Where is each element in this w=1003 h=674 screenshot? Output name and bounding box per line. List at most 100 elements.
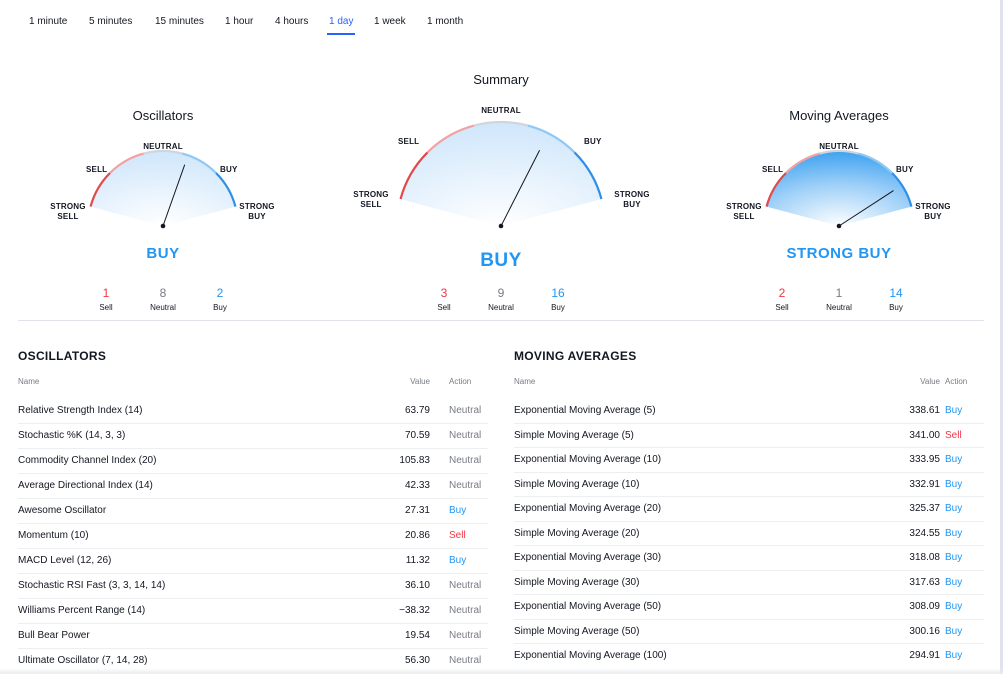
technicals-panel: 1 minute 5 minutes 15 minutes 1 hour 4 h… bbox=[0, 0, 1003, 674]
row-name: Simple Moving Average (5) bbox=[514, 429, 634, 441]
row-name: Simple Moving Average (20) bbox=[514, 527, 640, 539]
row-value: 19.54 bbox=[404, 630, 430, 641]
row-name: Stochastic RSI Fast (3, 3, 14, 14) bbox=[18, 580, 166, 591]
osc-neutral-label: NEUTRAL bbox=[143, 142, 183, 151]
table-row[interactable]: Awesome Oscillator 27.31 Buy bbox=[18, 499, 488, 524]
row-action: Sell bbox=[449, 530, 466, 541]
ma-sell-count-label: Sell bbox=[775, 303, 789, 312]
sum-buy-count: 16 Buy bbox=[528, 286, 588, 312]
header-name: Name bbox=[18, 377, 40, 386]
gauge-face bbox=[90, 151, 236, 226]
sum-neutral-label: NEUTRAL bbox=[481, 106, 521, 115]
table-row[interactable]: Stochastic %K (14, 3, 3) 70.59 Neutral bbox=[18, 424, 488, 449]
table-row[interactable]: MACD Level (12, 26) 11.32 Buy bbox=[18, 549, 488, 574]
sum-neutral-count-value: 9 bbox=[497, 286, 505, 300]
osc-neutral-count: 8 Neutral bbox=[133, 286, 193, 312]
osc-strong-sell-label: STRONG SELL bbox=[50, 202, 86, 221]
summary-gauge bbox=[399, 120, 603, 229]
row-action: Neutral bbox=[449, 655, 482, 666]
row-value: 332.91 bbox=[909, 478, 940, 490]
table-row[interactable]: Simple Moving Average (50) 300.16 Buy bbox=[514, 620, 984, 644]
table-row[interactable]: Simple Moving Average (20) 324.55 Buy bbox=[514, 522, 984, 546]
row-value: 300.16 bbox=[909, 625, 940, 637]
table-row[interactable]: Momentum (10) 20.86 Sell bbox=[18, 524, 488, 549]
gauge-face bbox=[400, 121, 602, 226]
table-row[interactable]: Simple Moving Average (10) 332.91 Buy bbox=[514, 473, 984, 497]
row-value: 105.83 bbox=[399, 455, 430, 466]
row-value: 70.59 bbox=[404, 430, 430, 441]
sum-strong-buy-label: STRONG BUY bbox=[614, 190, 650, 209]
row-name: Simple Moving Average (10) bbox=[514, 478, 640, 490]
table-row[interactable]: Exponential Moving Average (20) 325.37 Buy bbox=[514, 497, 984, 522]
osc-buy-count-label: Buy bbox=[213, 303, 227, 312]
osc-neutral-count-value: 8 bbox=[159, 286, 167, 300]
table-row[interactable]: Relative Strength Index (14) 63.79 Neutral bbox=[18, 399, 488, 424]
ma-neutral-count-label: Neutral bbox=[826, 303, 852, 312]
table-row[interactable]: Williams Percent Range (14) −38.32 Neutral bbox=[18, 599, 488, 624]
row-name: Simple Moving Average (50) bbox=[514, 625, 640, 637]
row-value: 341.00 bbox=[909, 429, 940, 441]
row-action: Buy bbox=[945, 405, 963, 416]
row-value: 27.31 bbox=[404, 505, 430, 516]
table-row[interactable]: Average Directional Index (14) 42.33 Neutr… bbox=[18, 474, 488, 499]
table-row[interactable]: Exponential Moving Average (30) 318.08 Buy bbox=[514, 546, 984, 571]
row-action: Neutral bbox=[449, 430, 482, 441]
table-row[interactable]: Bull Bear Power 19.54 Neutral bbox=[18, 624, 488, 649]
row-value: 63.79 bbox=[404, 405, 430, 416]
table-row[interactable]: Exponential Moving Average (5) 338.61 Buy bbox=[514, 399, 984, 424]
sum-buy-label: BUY bbox=[584, 137, 602, 146]
osc-sell-count-label: Sell bbox=[99, 303, 113, 312]
row-name: Exponential Moving Average (30) bbox=[514, 552, 662, 563]
osc-buy-count-value: 2 bbox=[216, 286, 224, 300]
row-action: Buy bbox=[449, 555, 467, 566]
ma-buy-label: BUY bbox=[896, 165, 914, 174]
table-row[interactable]: Commodity Channel Index (20) 105.83 Neutra… bbox=[18, 449, 488, 474]
table-row[interactable]: Exponential Moving Average (100) 294.91 Bu… bbox=[514, 644, 984, 669]
row-action: Buy bbox=[945, 650, 963, 661]
row-action: Neutral bbox=[449, 405, 482, 416]
row-action: Sell bbox=[945, 429, 962, 441]
moving-averages-table: MOVING AVERAGES Name Value Action Expone… bbox=[514, 349, 984, 669]
row-name: Exponential Moving Average (20) bbox=[514, 503, 662, 514]
row-name: Average Directional Index (14) bbox=[18, 480, 153, 491]
sum-neutral-count: 9 Neutral bbox=[471, 286, 531, 312]
sum-sell-count: 3 Sell bbox=[414, 286, 474, 312]
section-divider bbox=[18, 320, 984, 321]
header-action: Action bbox=[449, 377, 472, 386]
row-action: Neutral bbox=[449, 630, 482, 641]
oscillators-table-body: Relative Strength Index (14) 63.79 Neutral… bbox=[18, 399, 488, 674]
row-action: Buy bbox=[945, 503, 963, 514]
table-row[interactable]: Simple Moving Average (5) 341.00 Sell bbox=[514, 424, 984, 448]
table-row[interactable]: Stochastic RSI Fast (3, 3, 14, 14) 36.10 N… bbox=[18, 574, 488, 599]
row-name: Exponential Moving Average (10) bbox=[514, 454, 662, 465]
row-name: Bull Bear Power bbox=[18, 630, 90, 641]
row-value: 333.95 bbox=[909, 454, 940, 465]
sum-sell-count-value: 3 bbox=[440, 286, 448, 300]
row-value: 11.32 bbox=[405, 555, 430, 566]
header-value: Value bbox=[920, 377, 940, 386]
row-name: Exponential Moving Average (100) bbox=[514, 650, 667, 661]
bottom-edge bbox=[0, 668, 1003, 674]
row-action: Buy bbox=[449, 505, 467, 516]
gauge-pivot bbox=[498, 223, 504, 229]
row-action: Buy bbox=[945, 478, 963, 490]
osc-buy-count: 2 Buy bbox=[190, 286, 250, 312]
moving-averages-table-header: Name Value Action bbox=[514, 377, 984, 391]
table-row[interactable]: Exponential Moving Average (10) 333.95 Buy bbox=[514, 448, 984, 473]
row-value: 56.30 bbox=[404, 655, 430, 666]
sum-sell-count-label: Sell bbox=[437, 303, 451, 312]
table-row[interactable]: Exponential Moving Average (50) 308.09 Buy bbox=[514, 595, 984, 620]
ma-buy-count: 14 Buy bbox=[866, 286, 926, 312]
sum-buy-count-value: 16 bbox=[551, 286, 565, 300]
row-value: 20.86 bbox=[404, 530, 430, 541]
osc-sell-label: SELL bbox=[86, 165, 108, 174]
row-action: Buy bbox=[945, 601, 963, 612]
moving-averages-verdict: STRONG BUY bbox=[786, 245, 892, 262]
row-value: 317.63 bbox=[909, 576, 940, 588]
row-value: 294.91 bbox=[909, 650, 940, 661]
ma-buy-count-value: 14 bbox=[889, 286, 903, 300]
row-name: Exponential Moving Average (50) bbox=[514, 601, 662, 612]
header-value: Value bbox=[410, 377, 430, 386]
table-row[interactable]: Simple Moving Average (30) 317.63 Buy bbox=[514, 571, 984, 595]
summary-verdict: BUY bbox=[480, 250, 522, 271]
